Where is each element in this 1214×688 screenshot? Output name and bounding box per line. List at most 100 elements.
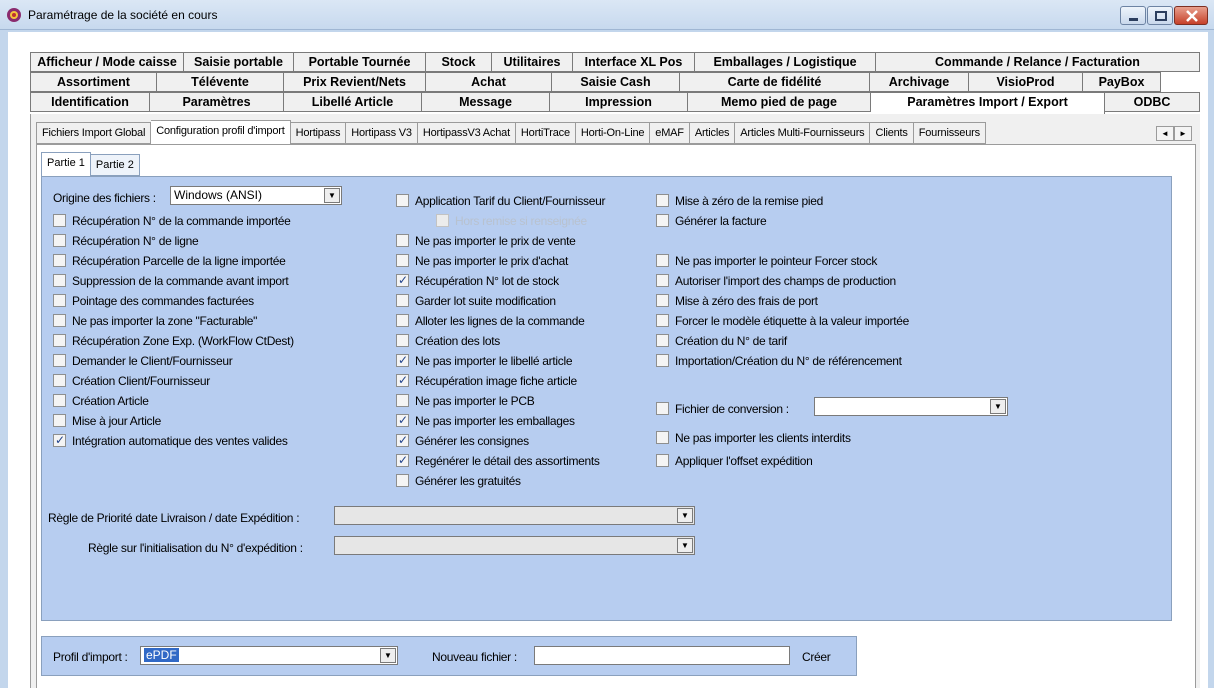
checkbox-box[interactable] bbox=[396, 234, 409, 247]
checkbox-box[interactable] bbox=[53, 294, 66, 307]
checkbox-col3-1[interactable]: Générer la facture bbox=[656, 214, 767, 228]
checkbox-col1-1[interactable]: Récupération N° de ligne bbox=[53, 234, 199, 248]
checkbox-box[interactable] bbox=[53, 334, 66, 347]
minimize-button[interactable] bbox=[1120, 6, 1146, 25]
subtab-configuration-profil[interactable]: Configuration profil d'import bbox=[151, 120, 291, 144]
checkbox-col2-11[interactable]: Ne pas importer les emballages bbox=[396, 413, 575, 428]
tab-utilitaires[interactable]: Utilitaires bbox=[492, 52, 573, 72]
checkbox-col3-9[interactable]: Ne pas importer les clients interdits bbox=[656, 431, 851, 445]
checkbox-col3-6[interactable]: Création du N° de tarif bbox=[656, 334, 787, 348]
checkbox-col2-14[interactable]: Générer les gratuités bbox=[396, 474, 521, 488]
tab-parametres[interactable]: Paramètres bbox=[150, 92, 284, 112]
checkbox-box[interactable] bbox=[656, 354, 669, 367]
maximize-button[interactable] bbox=[1147, 6, 1173, 25]
checkbox-col1-11[interactable]: Intégration automatique des ventes valid… bbox=[53, 433, 288, 448]
checkbox-col2-2[interactable]: Ne pas importer le prix de vente bbox=[396, 234, 576, 248]
checkbox-box[interactable] bbox=[53, 214, 66, 227]
checkbox-box[interactable] bbox=[396, 453, 409, 467]
scroll-left-icon[interactable]: ◄ bbox=[1156, 126, 1174, 141]
checkbox-box[interactable] bbox=[656, 294, 669, 307]
checkbox-box[interactable] bbox=[396, 394, 409, 407]
checkbox-col2-8[interactable]: Ne pas importer le libellé article bbox=[396, 353, 573, 368]
checkbox-box[interactable] bbox=[396, 194, 409, 207]
fichier-conversion-select[interactable]: ▼ bbox=[814, 397, 1008, 416]
checkbox-box[interactable] bbox=[656, 274, 669, 287]
nouveau-fichier-input[interactable] bbox=[534, 646, 790, 665]
checkbox-col1-7[interactable]: Demander le Client/Fournisseur bbox=[53, 354, 233, 368]
checkbox-col1-10[interactable]: Mise à jour Article bbox=[53, 414, 161, 428]
subtab-emaf[interactable]: eMAF bbox=[650, 122, 690, 144]
checkbox-box[interactable] bbox=[396, 254, 409, 267]
checkbox-col2-5[interactable]: Garder lot suite modification bbox=[396, 294, 556, 308]
checkbox-col2-7[interactable]: Création des lots bbox=[396, 334, 500, 348]
subtab-fournisseurs[interactable]: Fournisseurs bbox=[913, 122, 986, 144]
tab-partie-1[interactable]: Partie 1 bbox=[41, 152, 91, 176]
checkbox-box[interactable] bbox=[656, 402, 669, 415]
checkbox-box[interactable] bbox=[656, 454, 669, 467]
tab-saisie-portable[interactable]: Saisie portable bbox=[184, 52, 294, 72]
tab-stock[interactable]: Stock bbox=[426, 52, 492, 72]
checkbox-box[interactable] bbox=[53, 414, 66, 427]
tab-archivage[interactable]: Archivage bbox=[870, 72, 969, 92]
checkbox-col3-5[interactable]: Forcer le modèle étiquette à la valeur i… bbox=[656, 314, 909, 328]
subtab-clients[interactable]: Clients bbox=[870, 122, 914, 144]
checkbox-box[interactable] bbox=[396, 433, 409, 447]
checkbox-box[interactable] bbox=[396, 334, 409, 347]
checkbox-box[interactable] bbox=[396, 474, 409, 487]
checkbox-col2-4[interactable]: Récupération N° lot de stock bbox=[396, 273, 559, 288]
checkbox-col3-10[interactable]: Appliquer l'offset expédition bbox=[656, 454, 813, 468]
regle-priorite-select[interactable]: ▼ bbox=[334, 506, 695, 525]
tab-televente[interactable]: Télévente bbox=[157, 72, 284, 92]
checkbox-col1-6[interactable]: Récupération Zone Exp. (WorkFlow CtDest) bbox=[53, 334, 294, 348]
profil-import-select[interactable]: ePDF ▼ bbox=[140, 646, 398, 665]
checkbox-box[interactable] bbox=[656, 334, 669, 347]
checkbox-col2-13[interactable]: Regénérer le détail des assortiments bbox=[396, 453, 600, 468]
regle-init-select[interactable]: ▼ bbox=[334, 536, 695, 555]
checkbox-col2-9[interactable]: Récupération image fiche article bbox=[396, 373, 577, 388]
tab-prix-revient[interactable]: Prix Revient/Nets bbox=[284, 72, 426, 92]
checkbox-col3-4[interactable]: Mise à zéro des frais de port bbox=[656, 294, 818, 308]
origine-select[interactable]: Windows (ANSI) ▼ bbox=[170, 186, 342, 205]
checkbox-col2-3[interactable]: Ne pas importer le prix d'achat bbox=[396, 254, 568, 268]
checkbox-box[interactable] bbox=[656, 194, 669, 207]
tab-impression[interactable]: Impression bbox=[550, 92, 688, 112]
checkbox-col1-9[interactable]: Création Article bbox=[53, 394, 149, 408]
checkbox-box[interactable] bbox=[396, 413, 409, 427]
checkbox-box[interactable] bbox=[53, 374, 66, 387]
checkbox-col1-3[interactable]: Suppression de la commande avant import bbox=[53, 274, 289, 288]
checkbox-col1-0[interactable]: Récupération N° de la commande importée bbox=[53, 214, 291, 228]
checkbox-box[interactable] bbox=[396, 294, 409, 307]
tab-paybox[interactable]: PayBox bbox=[1083, 72, 1161, 92]
subtab-articles[interactable]: Articles bbox=[689, 122, 736, 144]
tab-partie-2[interactable]: Partie 2 bbox=[90, 154, 140, 176]
checkbox-col3-3[interactable]: Autoriser l'import des champs de product… bbox=[656, 274, 896, 288]
tab-assortiment[interactable]: Assortiment bbox=[30, 72, 157, 92]
checkbox-box[interactable] bbox=[53, 394, 66, 407]
tab-message[interactable]: Message bbox=[422, 92, 550, 112]
checkbox-box[interactable] bbox=[396, 273, 409, 287]
close-button[interactable] bbox=[1174, 6, 1208, 25]
checkbox-box[interactable] bbox=[656, 254, 669, 267]
subtab-hortipass-v3-achat[interactable]: HortipassV3 Achat bbox=[417, 122, 516, 144]
tab-odbc[interactable]: ODBC bbox=[1105, 92, 1200, 112]
checkbox-col1-5[interactable]: Ne pas importer la zone "Facturable" bbox=[53, 314, 257, 328]
checkbox-box[interactable] bbox=[656, 431, 669, 444]
subtab-hortipass-v3[interactable]: Hortipass V3 bbox=[346, 122, 418, 144]
checkbox-col3-7[interactable]: Importation/Création du N° de référencem… bbox=[656, 354, 902, 368]
tab-commande-relance[interactable]: Commande / Relance / Facturation bbox=[876, 52, 1200, 72]
tab-portable-tournee[interactable]: Portable Tournée bbox=[294, 52, 426, 72]
checkbox-col3-8[interactable]: Fichier de conversion : bbox=[656, 402, 789, 416]
checkbox-col1-8[interactable]: Création Client/Fournisseur bbox=[53, 374, 210, 388]
checkbox-box[interactable] bbox=[53, 314, 66, 327]
checkbox-box[interactable] bbox=[396, 314, 409, 327]
tab-visioprod[interactable]: VisioProd bbox=[969, 72, 1083, 92]
checkbox-col3-0[interactable]: Mise à zéro de la remise pied bbox=[656, 194, 823, 208]
subtab-fichiers-import-global[interactable]: Fichiers Import Global bbox=[36, 122, 152, 144]
tab-memo-pied[interactable]: Memo pied de page bbox=[688, 92, 871, 112]
subtab-hortitrace[interactable]: HortiTrace bbox=[515, 122, 576, 144]
checkbox-box[interactable] bbox=[53, 254, 66, 267]
subtab-horti-on-line[interactable]: Horti-On-Line bbox=[575, 122, 651, 144]
checkbox-box[interactable] bbox=[396, 353, 409, 367]
checkbox-box[interactable] bbox=[53, 274, 66, 287]
tab-achat[interactable]: Achat bbox=[426, 72, 552, 92]
